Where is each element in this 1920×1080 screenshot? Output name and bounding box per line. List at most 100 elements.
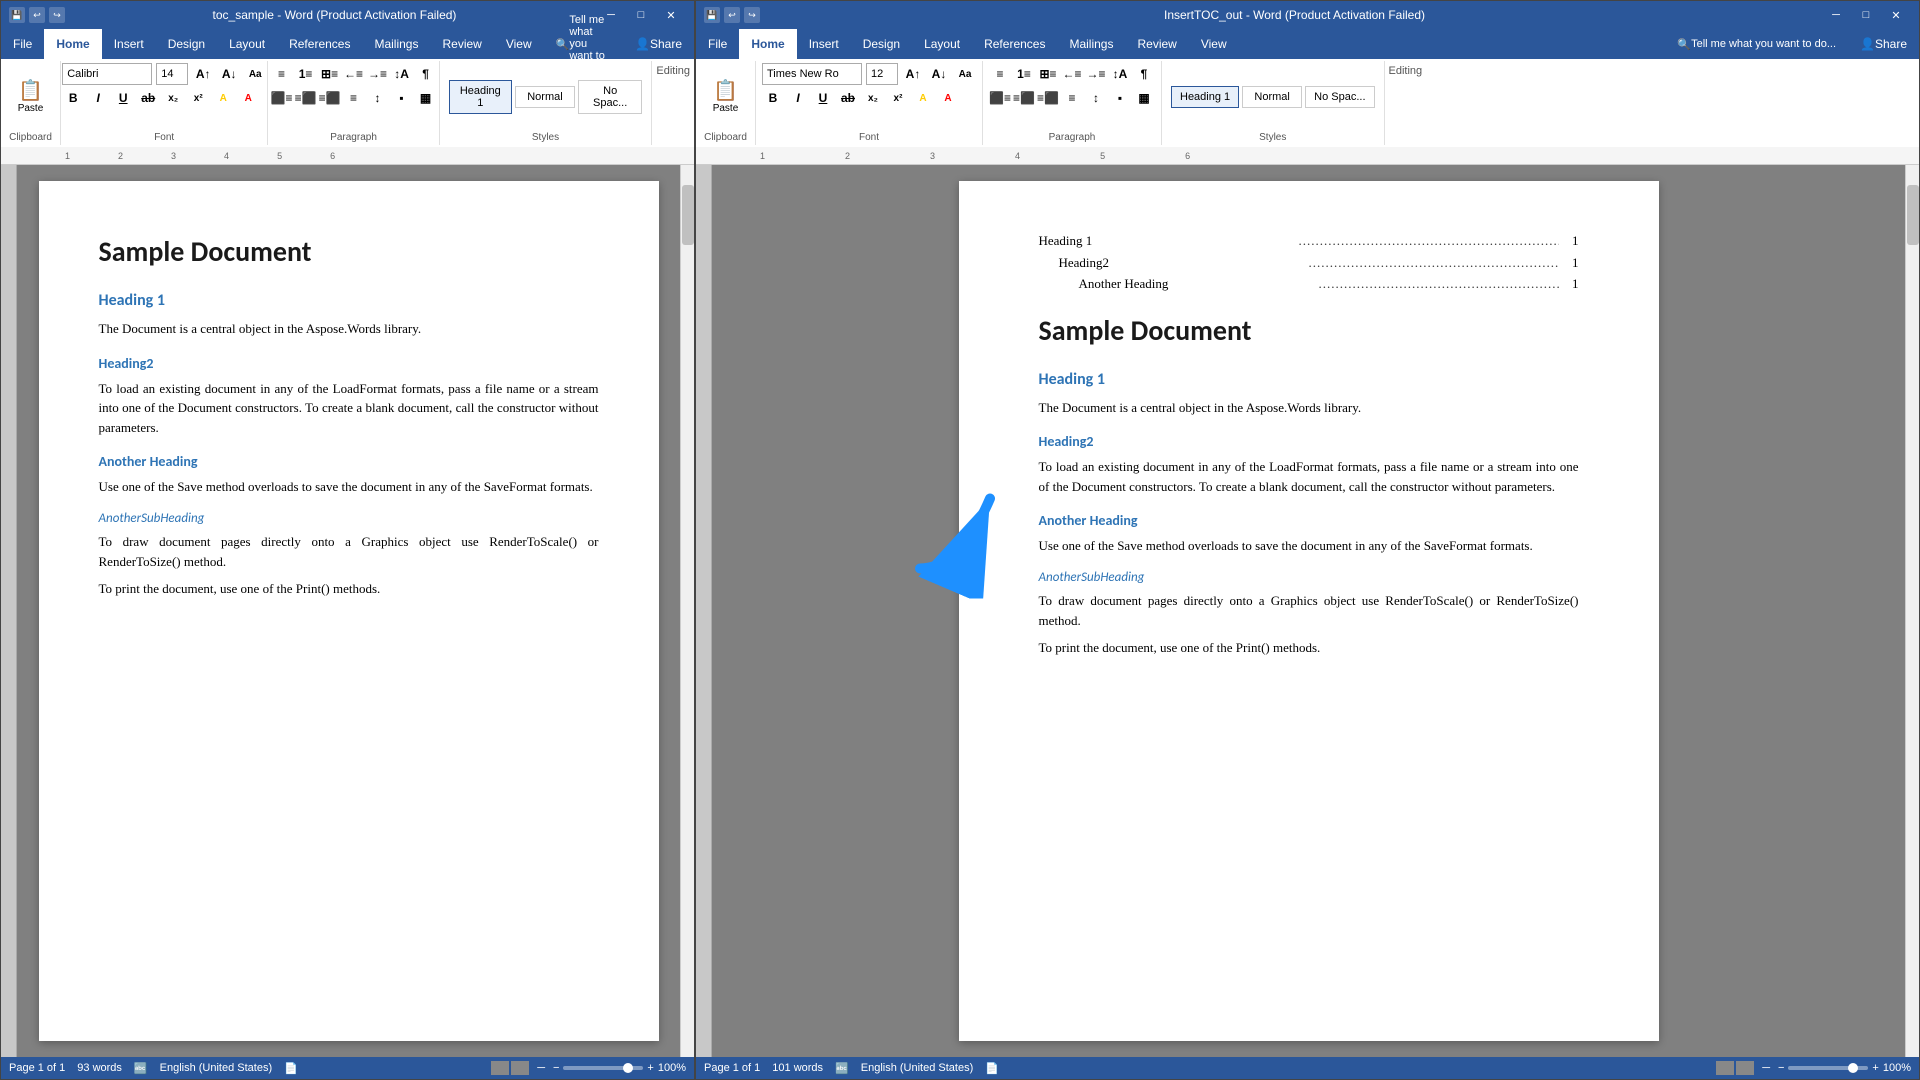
left-tab-layout[interactable]: Layout <box>217 29 277 59</box>
left-tab-design[interactable]: Design <box>156 29 217 59</box>
right-tab-mailings[interactable]: Mailings <box>1057 29 1125 59</box>
right-zoom-plus[interactable]: + <box>1872 1062 1878 1074</box>
right-highlight-btn[interactable]: A <box>912 87 934 109</box>
left-bullets-btn[interactable]: ≡ <box>271 63 293 85</box>
left-shading-btn[interactable]: ▪ <box>391 87 413 109</box>
left-bold-btn[interactable]: B <box>62 87 84 109</box>
right-redo-icon[interactable]: ↪ <box>744 7 760 23</box>
left-align-right-btn[interactable]: ≡⬛ <box>319 87 341 109</box>
right-indent-increase-btn[interactable]: →≡ <box>1085 63 1107 85</box>
left-paste-btn[interactable]: 📋 Paste <box>11 76 51 117</box>
right-font-color-btn[interactable]: A <box>937 87 959 109</box>
right-numbering-btn[interactable]: 1≡ <box>1013 63 1035 85</box>
right-close-btn[interactable]: ✕ <box>1881 1 1911 29</box>
left-tell-me[interactable]: 🔍 Tell me what you want to do... <box>544 29 623 59</box>
right-view-print[interactable] <box>1696 1061 1714 1075</box>
undo-icon[interactable]: ↩ <box>29 7 45 23</box>
right-align-center-btn[interactable]: ≡⬛ <box>1013 87 1035 109</box>
left-font-shrink-btn[interactable]: A↓ <box>218 63 240 85</box>
right-undo-icon[interactable]: ↩ <box>724 7 740 23</box>
right-tab-review[interactable]: Review <box>1125 29 1188 59</box>
right-tab-layout[interactable]: Layout <box>912 29 972 59</box>
right-tab-file[interactable]: File <box>696 29 739 59</box>
right-minimize-btn[interactable]: ─ <box>1821 1 1851 29</box>
right-font-shrink-btn[interactable]: A↓ <box>928 63 950 85</box>
right-view-read[interactable] <box>1736 1061 1754 1075</box>
left-tab-insert[interactable]: Insert <box>102 29 156 59</box>
left-view-buttons[interactable] <box>471 1061 529 1075</box>
left-tab-home[interactable]: Home <box>44 29 101 59</box>
right-font-name-input[interactable] <box>762 63 862 85</box>
right-shading-btn[interactable]: ▪ <box>1109 87 1131 109</box>
left-restore-btn[interactable]: □ <box>626 1 656 29</box>
right-share-btn[interactable]: 👤 Share <box>1848 29 1919 59</box>
left-borders-btn[interactable]: ▦ <box>415 87 437 109</box>
right-view-web[interactable] <box>1716 1061 1734 1075</box>
left-style-heading1[interactable]: Heading 1 <box>449 80 512 114</box>
left-tab-view[interactable]: View <box>494 29 544 59</box>
right-align-left-btn[interactable]: ⬛≡ <box>989 87 1011 109</box>
left-numbering-btn[interactable]: 1≡ <box>295 63 317 85</box>
left-style-normal[interactable]: Normal <box>515 86 575 108</box>
left-superscript-btn[interactable]: x² <box>187 87 209 109</box>
right-tab-design[interactable]: Design <box>851 29 912 59</box>
left-font-color-btn[interactable]: A <box>237 87 259 109</box>
right-pilcrow-btn[interactable]: ¶ <box>1133 63 1155 85</box>
left-style-nospace[interactable]: No Spac... <box>578 80 642 114</box>
left-highlight-btn[interactable]: A <box>212 87 234 109</box>
right-scrollbar[interactable] <box>1905 165 1919 1057</box>
right-restore-btn[interactable]: □ <box>1851 1 1881 29</box>
left-justify-btn[interactable]: ≡ <box>343 87 365 109</box>
left-font-grow-btn[interactable]: A↑ <box>192 63 214 85</box>
left-tab-review[interactable]: Review <box>430 29 493 59</box>
right-line-spacing-btn[interactable]: ↕ <box>1085 87 1107 109</box>
right-save-icon[interactable]: 💾 <box>704 7 720 23</box>
left-zoom-slider[interactable] <box>563 1066 643 1070</box>
left-zoom-plus[interactable]: + <box>647 1062 653 1074</box>
left-doc-scroll-area[interactable]: Sample Document Heading 1 The Document i… <box>17 165 680 1057</box>
left-font-name-input[interactable] <box>62 63 152 85</box>
right-paste-btn[interactable]: 📋 Paste <box>706 76 746 117</box>
right-borders-btn[interactable]: ▦ <box>1133 87 1155 109</box>
right-zoom-slider[interactable] <box>1788 1066 1868 1070</box>
right-underline-btn[interactable]: U <box>812 87 834 109</box>
left-line-spacing-btn[interactable]: ↕ <box>367 87 389 109</box>
left-close-btn[interactable]: ✕ <box>656 1 686 29</box>
left-scrollbar[interactable] <box>680 165 694 1057</box>
right-title-icons[interactable]: 💾 ↩ ↪ <box>704 7 760 23</box>
right-tab-references[interactable]: References <box>972 29 1057 59</box>
left-align-center-btn[interactable]: ≡⬛ <box>295 87 317 109</box>
left-indent-decrease-btn[interactable]: ←≡ <box>343 63 365 85</box>
left-sort-btn[interactable]: ↕A <box>391 63 413 85</box>
right-justify-btn[interactable]: ≡ <box>1061 87 1083 109</box>
left-tab-references[interactable]: References <box>277 29 362 59</box>
left-tab-mailings[interactable]: Mailings <box>362 29 430 59</box>
save-icon[interactable]: 💾 <box>9 7 25 23</box>
right-font-grow-btn[interactable]: A↑ <box>902 63 924 85</box>
right-align-right-btn[interactable]: ≡⬛ <box>1037 87 1059 109</box>
left-zoom-minus[interactable]: − <box>553 1062 559 1074</box>
left-view-print[interactable] <box>471 1061 489 1075</box>
right-clear-format-btn[interactable]: Aa <box>954 63 976 85</box>
right-doc-scroll-area[interactable]: Heading 1 ..............................… <box>712 165 1905 1057</box>
right-multilevel-btn[interactable]: ⊞≡ <box>1037 63 1059 85</box>
right-subscript-btn[interactable]: x₂ <box>862 87 884 109</box>
left-scroll-thumb[interactable] <box>682 185 694 245</box>
left-strikethrough-btn[interactable]: ab <box>137 87 159 109</box>
right-indent-decrease-btn[interactable]: ←≡ <box>1061 63 1083 85</box>
right-zoom-minus[interactable]: − <box>1778 1062 1784 1074</box>
left-share-btn[interactable]: 👤 Share <box>623 29 694 59</box>
left-view-web[interactable] <box>491 1061 509 1075</box>
right-style-heading1[interactable]: Heading 1 <box>1171 86 1239 108</box>
right-view-buttons[interactable] <box>1696 1061 1754 1075</box>
left-clear-format-btn[interactable]: Aa <box>244 63 266 85</box>
right-bullets-btn[interactable]: ≡ <box>989 63 1011 85</box>
left-multilevel-btn[interactable]: ⊞≡ <box>319 63 341 85</box>
right-strikethrough-btn[interactable]: ab <box>837 87 859 109</box>
right-sort-btn[interactable]: ↕A <box>1109 63 1131 85</box>
right-tab-insert[interactable]: Insert <box>797 29 851 59</box>
right-font-size-input[interactable] <box>866 63 898 85</box>
right-window-controls[interactable]: ─ □ ✕ <box>1821 1 1911 29</box>
left-view-read[interactable] <box>511 1061 529 1075</box>
left-indent-increase-btn[interactable]: →≡ <box>367 63 389 85</box>
